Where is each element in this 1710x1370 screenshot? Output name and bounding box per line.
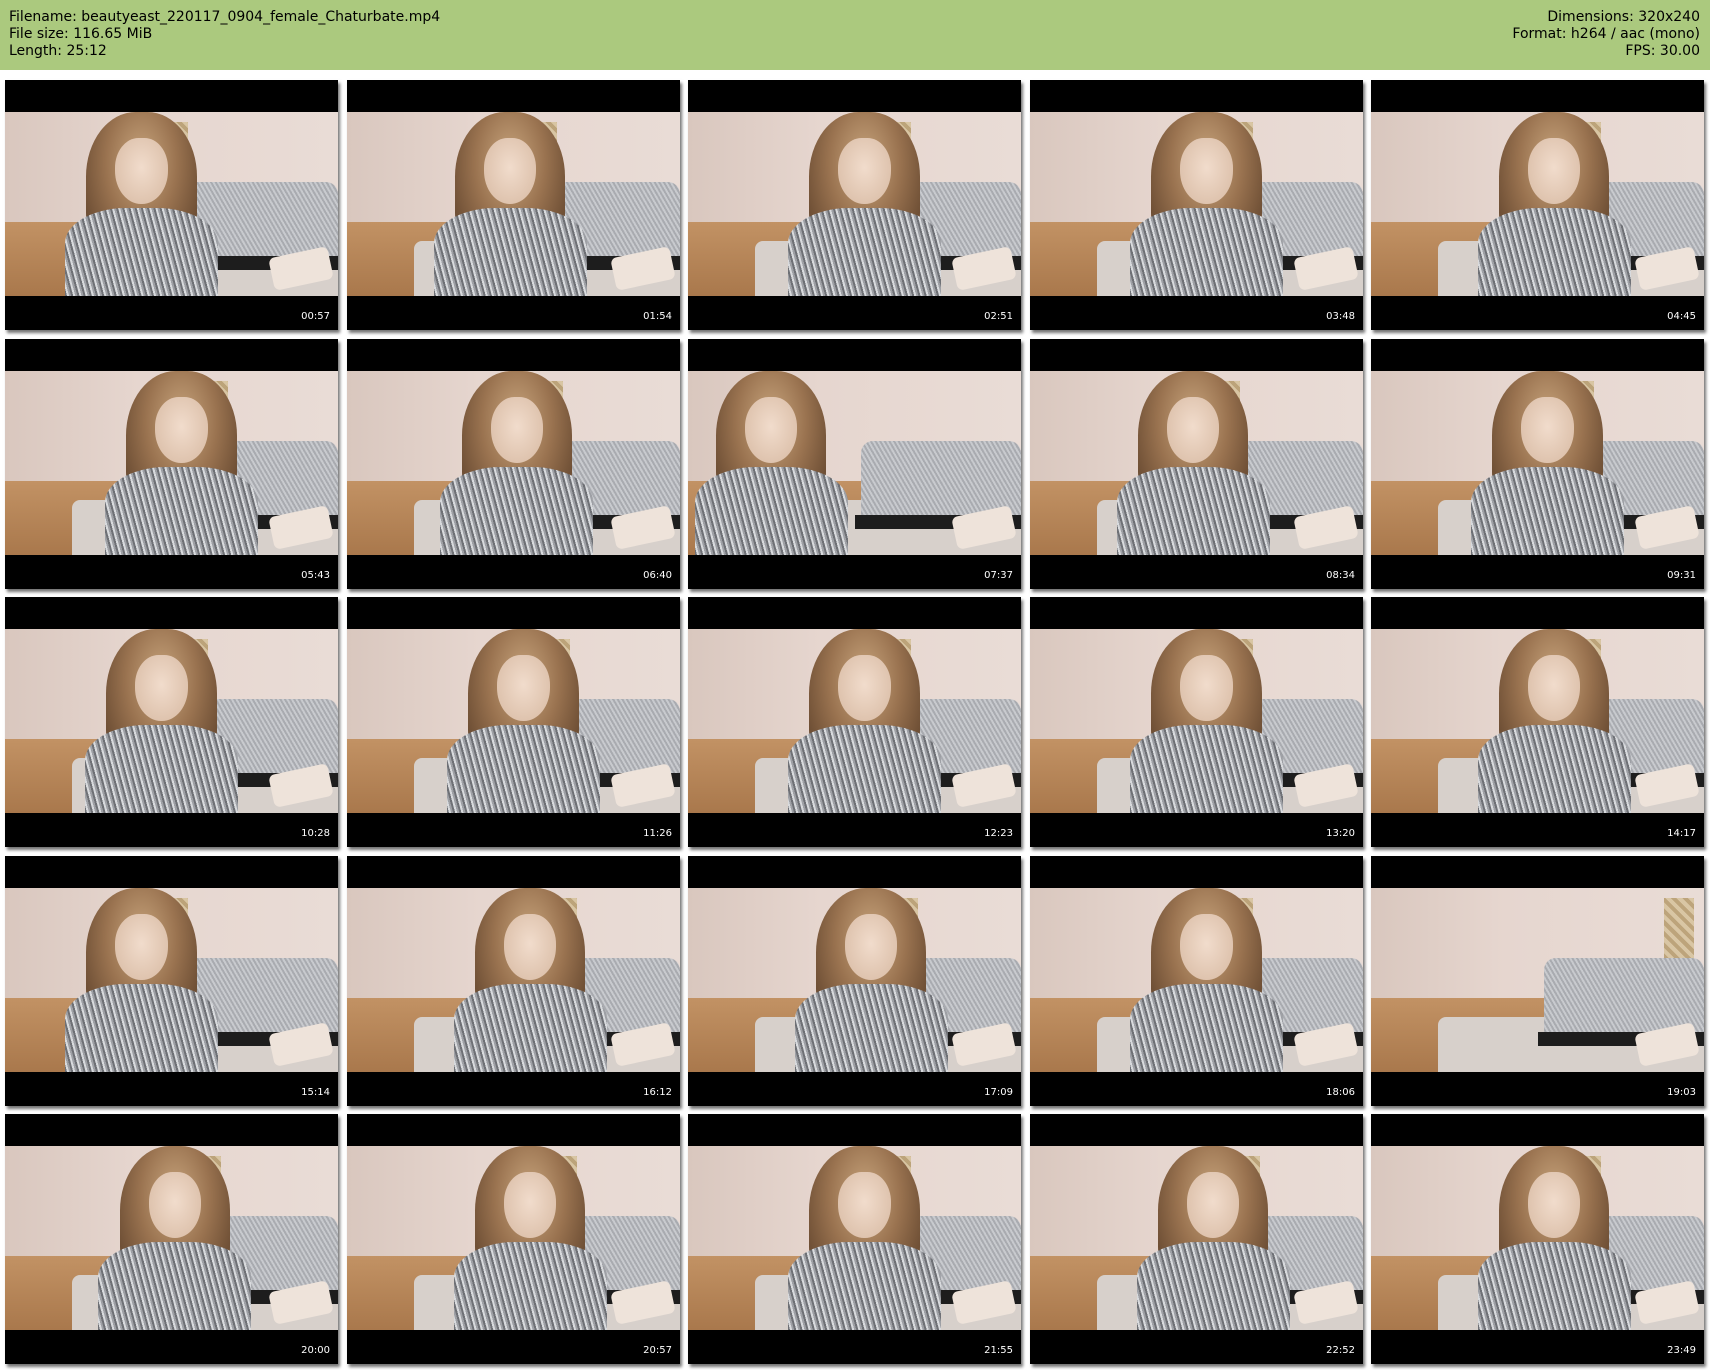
thumbnail-timestamp: 11:26 xyxy=(643,828,672,839)
frame-image xyxy=(688,371,1021,555)
thumbnail-timestamp: 07:37 xyxy=(984,570,1013,581)
filename-text: Filename: beautyeast_220117_0904_female_… xyxy=(9,9,441,25)
video-thumbnail[interactable]: 04:45 xyxy=(1371,80,1704,330)
thumbnail-timestamp: 14:17 xyxy=(1667,828,1696,839)
thumbnail-timestamp: 20:57 xyxy=(643,1345,672,1356)
thumbnail-timestamp: 00:57 xyxy=(301,311,330,322)
thumbnail-timestamp: 17:09 xyxy=(984,1087,1013,1098)
thumbnail-timestamp: 13:20 xyxy=(1326,828,1355,839)
frame-image xyxy=(1030,629,1363,813)
frame-image xyxy=(1371,629,1704,813)
frame-image xyxy=(1371,112,1704,296)
thumbnail-timestamp: 10:28 xyxy=(301,828,330,839)
frame-image xyxy=(347,371,680,555)
thumbnail-timestamp: 22:52 xyxy=(1326,1345,1355,1356)
video-thumbnail[interactable]: 20:00 xyxy=(5,1114,338,1364)
thumbnail-timestamp: 15:14 xyxy=(301,1087,330,1098)
video-thumbnail[interactable]: 02:51 xyxy=(688,80,1021,330)
thumbnail-timestamp: 04:45 xyxy=(1667,311,1696,322)
video-thumbnail[interactable]: 16:12 xyxy=(347,856,680,1106)
frame-image xyxy=(1030,1146,1363,1330)
thumbnail-timestamp: 21:55 xyxy=(984,1345,1013,1356)
frame-image xyxy=(688,112,1021,296)
thumbnail-timestamp: 20:00 xyxy=(301,1345,330,1356)
video-thumbnail[interactable]: 01:54 xyxy=(347,80,680,330)
video-thumbnail[interactable]: 19:03 xyxy=(1371,856,1704,1106)
thumbnail-timestamp: 16:12 xyxy=(643,1087,672,1098)
thumbnail-timestamp: 08:34 xyxy=(1326,570,1355,581)
frame-image xyxy=(347,888,680,1072)
video-thumbnail[interactable]: 06:40 xyxy=(347,339,680,589)
thumbnail-timestamp: 02:51 xyxy=(984,311,1013,322)
dimensions-text: Dimensions: 320x240 xyxy=(1547,9,1700,25)
video-thumbnail[interactable]: 14:17 xyxy=(1371,597,1704,847)
video-thumbnail[interactable]: 08:34 xyxy=(1030,339,1363,589)
thumbnail-timestamp: 18:06 xyxy=(1326,1087,1355,1098)
video-thumbnail[interactable]: 10:28 xyxy=(5,597,338,847)
video-thumbnail[interactable]: 00:57 xyxy=(5,80,338,330)
frame-image xyxy=(1371,1146,1704,1330)
frame-image xyxy=(5,888,338,1072)
frame-image xyxy=(1371,371,1704,555)
fps-text: FPS: 30.00 xyxy=(1625,43,1700,59)
video-thumbnail[interactable]: 17:09 xyxy=(688,856,1021,1106)
video-thumbnail[interactable]: 07:37 xyxy=(688,339,1021,589)
video-thumbnail[interactable]: 23:49 xyxy=(1371,1114,1704,1364)
frame-image xyxy=(347,112,680,296)
frame-image xyxy=(347,629,680,813)
thumbnail-timestamp: 23:49 xyxy=(1667,1345,1696,1356)
video-thumbnail[interactable]: 22:52 xyxy=(1030,1114,1363,1364)
frame-image xyxy=(5,629,338,813)
video-thumbnail[interactable]: 15:14 xyxy=(5,856,338,1106)
video-thumbnail[interactable]: 18:06 xyxy=(1030,856,1363,1106)
frame-image xyxy=(1030,888,1363,1072)
length-text: Length: 25:12 xyxy=(9,43,107,59)
thumbnail-timestamp: 12:23 xyxy=(984,828,1013,839)
frame-image xyxy=(688,629,1021,813)
thumbnail-timestamp: 03:48 xyxy=(1326,311,1355,322)
video-thumbnail[interactable]: 20:57 xyxy=(347,1114,680,1364)
frame-image xyxy=(5,112,338,296)
info-header: Filename: beautyeast_220117_0904_female_… xyxy=(0,0,1710,70)
frame-image xyxy=(5,1146,338,1330)
thumbnail-timestamp: 19:03 xyxy=(1667,1087,1696,1098)
video-meta: Dimensions: 320x240 Format: h264 / aac (… xyxy=(1512,9,1700,60)
thumbnail-timestamp: 01:54 xyxy=(643,311,672,322)
filesize-text: File size: 116.65 MiB xyxy=(9,26,153,42)
file-meta: Filename: beautyeast_220117_0904_female_… xyxy=(9,9,440,60)
frame-image xyxy=(1030,112,1363,296)
video-thumbnail[interactable]: 03:48 xyxy=(1030,80,1363,330)
frame-image xyxy=(5,371,338,555)
video-thumbnail[interactable]: 12:23 xyxy=(688,597,1021,847)
video-thumbnail[interactable]: 13:20 xyxy=(1030,597,1363,847)
frame-image xyxy=(347,1146,680,1330)
format-text: Format: h264 / aac (mono) xyxy=(1512,26,1700,42)
video-thumbnail[interactable]: 11:26 xyxy=(347,597,680,847)
video-thumbnail[interactable]: 21:55 xyxy=(688,1114,1021,1364)
frame-image xyxy=(1030,371,1363,555)
thumbnail-timestamp: 09:31 xyxy=(1667,570,1696,581)
frame-image xyxy=(1371,888,1704,1072)
thumbnail-timestamp: 05:43 xyxy=(301,570,330,581)
thumbnail-timestamp: 06:40 xyxy=(643,570,672,581)
frame-image xyxy=(688,1146,1021,1330)
video-thumbnail[interactable]: 05:43 xyxy=(5,339,338,589)
frame-image xyxy=(688,888,1021,1072)
video-thumbnail[interactable]: 09:31 xyxy=(1371,339,1704,589)
